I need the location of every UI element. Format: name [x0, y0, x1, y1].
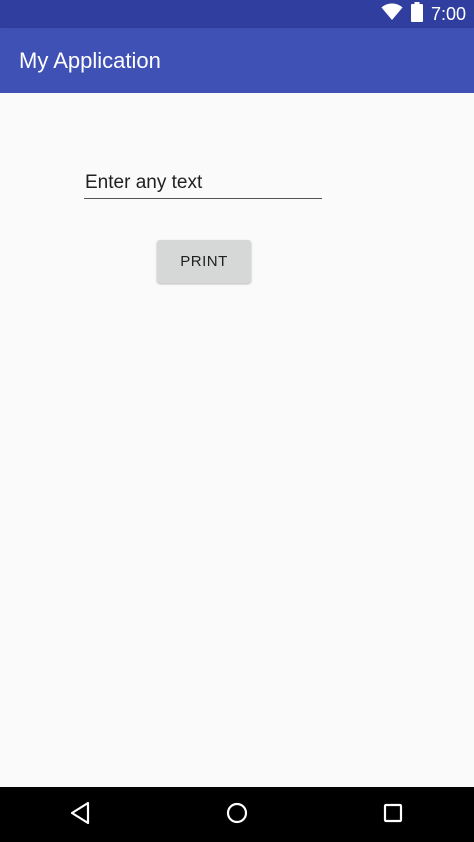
text-input[interactable]: [84, 167, 322, 199]
home-icon: [225, 801, 249, 828]
recents-button[interactable]: [363, 787, 423, 842]
app-bar: My Application: [0, 28, 474, 93]
back-button[interactable]: [50, 787, 110, 842]
battery-icon: [410, 1, 423, 27]
app-title: My Application: [19, 48, 161, 73]
home-button[interactable]: [207, 787, 267, 842]
app-screen: 7:00 My Application PRINT: [0, 0, 474, 842]
recents-icon: [382, 802, 404, 827]
main-content: PRINT: [0, 93, 474, 787]
status-time: 7:00: [430, 4, 466, 24]
status-icons: 7:00: [381, 0, 466, 28]
wifi-icon: [381, 3, 403, 26]
status-bar: 7:00: [0, 0, 474, 28]
back-icon: [69, 801, 91, 828]
navigation-bar: [0, 787, 474, 842]
print-button[interactable]: PRINT: [157, 240, 251, 283]
